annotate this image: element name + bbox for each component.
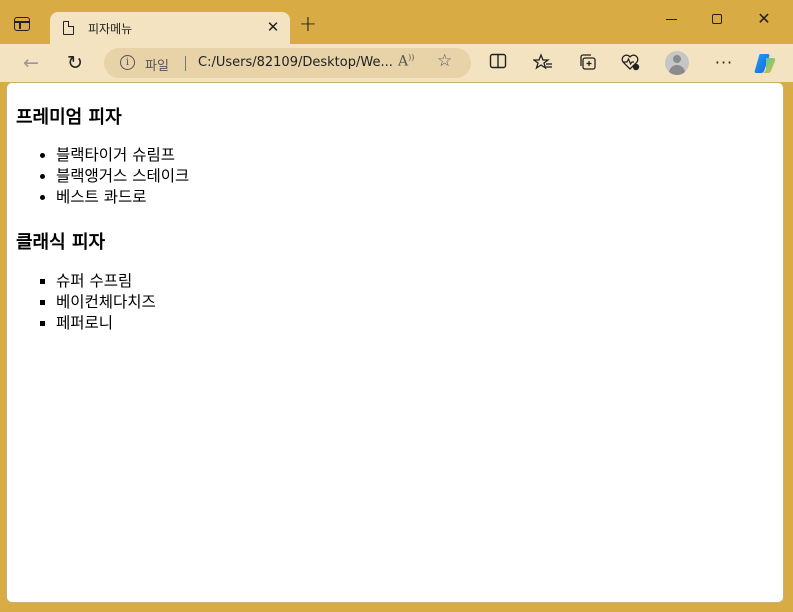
url-text[interactable]: C:/Users/82109/Desktop/We... bbox=[198, 55, 393, 70]
section-heading-classic: 클래식 피자 bbox=[16, 232, 106, 253]
scheme-label: 파일 bbox=[145, 59, 169, 74]
new-tab-button[interactable]: + bbox=[298, 14, 318, 36]
browser-window: 피자메뉴 ✕ + ✕ ← ↻ i 파일 C:/Users/82109/Deskt… bbox=[0, 0, 793, 612]
premium-pizza-list: 블랙타이거 슈림프 블랙앵거스 스테이크 베스트 콰드로 bbox=[16, 145, 189, 208]
address-bar[interactable]: i 파일 C:/Users/82109/Desktop/We... A)) ☆ bbox=[104, 48, 471, 78]
tab-actions-icon[interactable] bbox=[14, 17, 30, 31]
tab-close-icon[interactable]: ✕ bbox=[264, 18, 282, 36]
title-bar: 피자메뉴 ✕ + ✕ bbox=[0, 0, 793, 44]
window-close-button[interactable]: ✕ bbox=[755, 10, 773, 28]
classic-pizza-list: 슈퍼 수프림 베이컨체다치즈 페퍼로니 bbox=[16, 271, 156, 334]
profile-icon[interactable] bbox=[665, 51, 689, 75]
list-item: 블랙앵거스 스테이크 bbox=[56, 166, 189, 187]
minimize-button[interactable] bbox=[665, 12, 679, 26]
copilot-icon[interactable] bbox=[753, 52, 777, 74]
page-icon bbox=[63, 20, 75, 35]
refresh-icon[interactable]: ↻ bbox=[64, 52, 86, 74]
list-item: 블랙타이거 슈림프 bbox=[56, 145, 189, 166]
page-content: 프레미엄 피자 블랙타이거 슈림프 블랙앵거스 스테이크 베스트 콰드로 클래식… bbox=[6, 82, 784, 603]
favorites-icon[interactable] bbox=[532, 53, 553, 73]
list-item: 베스트 콰드로 bbox=[56, 187, 189, 208]
maximize-button[interactable] bbox=[712, 14, 722, 24]
address-separator bbox=[185, 56, 186, 71]
section-heading-premium: 프레미엄 피자 bbox=[16, 107, 122, 128]
info-icon[interactable]: i bbox=[120, 55, 135, 70]
browser-toolbar: ← ↻ i 파일 C:/Users/82109/Desktop/We... A)… bbox=[0, 44, 793, 82]
tab-title: 피자메뉴 bbox=[88, 22, 133, 36]
read-aloud-icon[interactable]: A)) bbox=[398, 53, 414, 70]
back-icon[interactable]: ← bbox=[20, 52, 42, 74]
more-icon[interactable]: ··· bbox=[713, 53, 735, 73]
tab-pizza-menu[interactable]: 피자메뉴 ✕ bbox=[50, 12, 290, 44]
split-screen-icon[interactable] bbox=[488, 53, 508, 73]
list-item: 베이컨체다치즈 bbox=[56, 292, 156, 313]
list-item: 슈퍼 수프림 bbox=[56, 271, 156, 292]
star-icon[interactable]: ☆ bbox=[437, 51, 452, 71]
collections-icon[interactable] bbox=[578, 53, 598, 73]
heart-pulse-icon[interactable] bbox=[620, 53, 640, 73]
list-item: 페퍼로니 bbox=[56, 313, 156, 334]
